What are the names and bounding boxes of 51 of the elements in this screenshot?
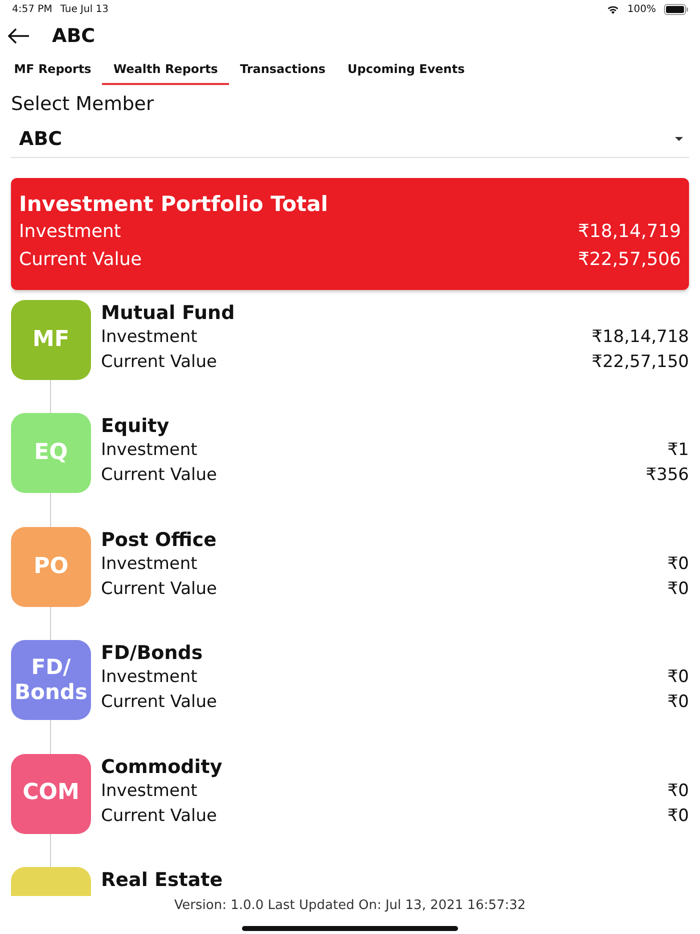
tab[interactable]: Transactions bbox=[228, 56, 337, 85]
investment-label: Investment bbox=[19, 220, 121, 244]
tab[interactable]: MF Reports bbox=[3, 56, 102, 85]
investment-label: Investment bbox=[101, 439, 198, 462]
battery-percent: 100% bbox=[627, 4, 656, 14]
investment-amount: ₹0 bbox=[667, 552, 689, 576]
member-dropdown[interactable]: ABC bbox=[11, 121, 689, 158]
dropdown-caret-icon bbox=[675, 137, 683, 141]
investment-label: Investment bbox=[101, 326, 198, 349]
current-value-amount: ₹0 bbox=[667, 804, 689, 828]
asset-name: FD/Bonds bbox=[101, 641, 204, 666]
asset-name: Mutual Fund bbox=[101, 301, 236, 325]
back-arrow-icon[interactable] bbox=[8, 28, 30, 44]
current-value-label: Current Value bbox=[101, 578, 217, 601]
current-value-label: Current Value bbox=[101, 804, 217, 828]
investment-amount: ₹0 bbox=[667, 780, 689, 803]
card-title: Investment Portfolio Total bbox=[19, 192, 329, 216]
current-value-amount: ₹0 bbox=[667, 691, 689, 714]
asset-badge: FD/ Bonds bbox=[11, 640, 91, 720]
asset-name: Real Estate bbox=[101, 868, 224, 892]
current-value-amount: ₹0 bbox=[667, 578, 689, 601]
investment-amount: ₹18,14,718 bbox=[592, 326, 689, 349]
select-label: Select Member bbox=[11, 93, 155, 115]
tab[interactable]: Wealth Reports bbox=[102, 56, 229, 85]
battery-icon bbox=[664, 4, 688, 14]
investment-label: Investment bbox=[101, 552, 198, 576]
current-value-amount: ₹356 bbox=[646, 464, 689, 488]
investment-amount: ₹1 bbox=[667, 439, 689, 462]
asset-badge: COM bbox=[11, 754, 91, 834]
investment-label: Investment bbox=[101, 666, 198, 690]
asset-badge: PO bbox=[11, 526, 91, 607]
page-title: ABC bbox=[52, 25, 96, 47]
current-value-amount: ₹22,57,506 bbox=[578, 248, 681, 272]
current-value-label: Current Value bbox=[19, 248, 142, 272]
asset-name: Equity bbox=[101, 414, 170, 438]
current-value-amount: ₹22,57,150 bbox=[592, 351, 689, 374]
investment-amount: ₹18,14,719 bbox=[578, 220, 681, 244]
asset-badge: MF bbox=[11, 300, 91, 380]
current-value-label: Current Value bbox=[101, 691, 217, 714]
investment-amount: ₹0 bbox=[667, 666, 689, 690]
asset-badge: EQ bbox=[11, 413, 91, 494]
status-date: Tue Jul 13 bbox=[60, 4, 109, 14]
status-time: 4:57 PM bbox=[12, 4, 52, 14]
asset-name: Post Office bbox=[101, 528, 218, 552]
current-value-label: Current Value bbox=[101, 464, 217, 488]
current-value-label: Current Value bbox=[101, 351, 217, 374]
wifi-icon bbox=[607, 4, 620, 14]
investment-label: Investment bbox=[101, 780, 198, 803]
tab[interactable]: Upcoming Events bbox=[336, 56, 476, 85]
asset-name: Commodity bbox=[101, 754, 224, 779]
version-info: Version: 1.0.0 Last Updated On: Jul 13, 2021 16:57:32 bbox=[173, 898, 527, 913]
